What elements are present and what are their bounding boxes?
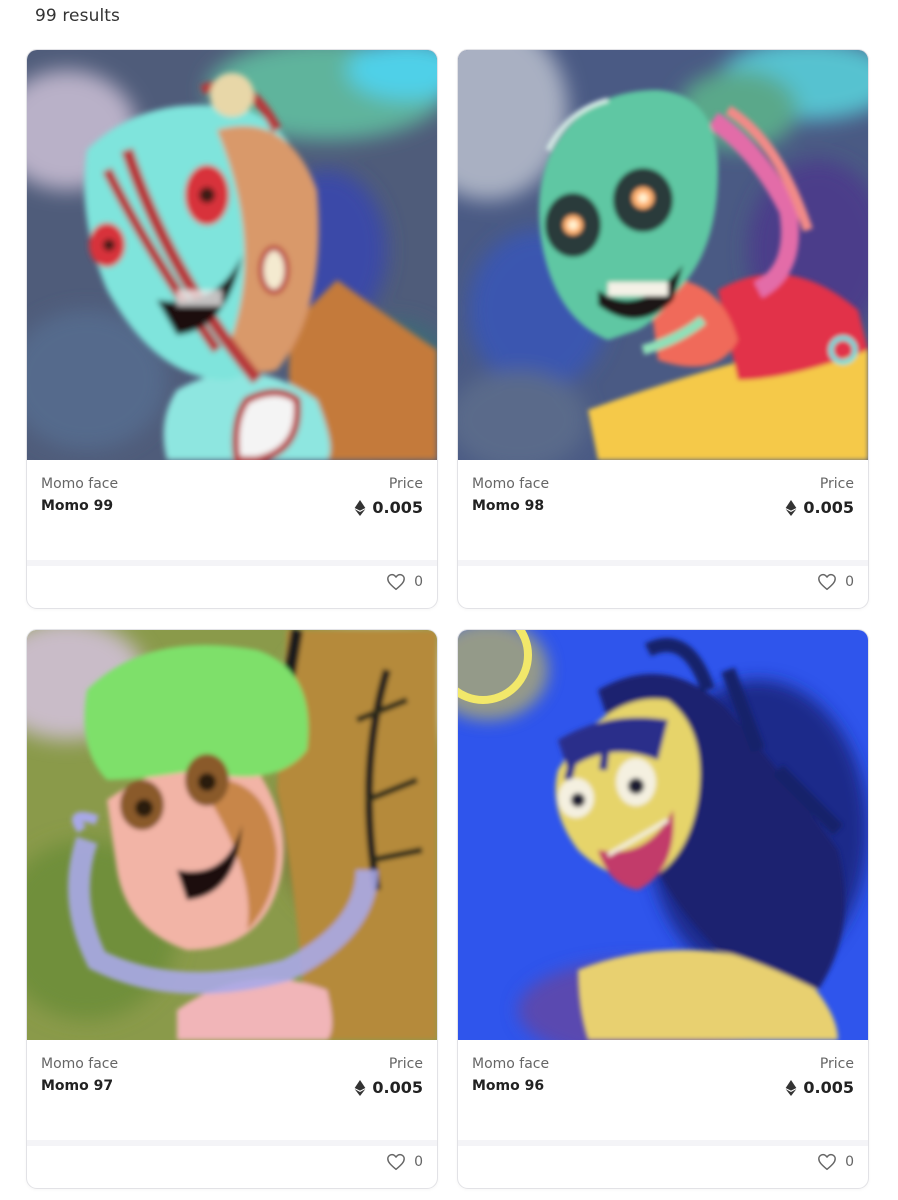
price-value: 0.005 [803, 1078, 854, 1097]
item-name[interactable]: Momo 99 [41, 498, 113, 514]
nft-card[interactable]: Momo face Momo 98 Price 0.005 0 [457, 49, 869, 609]
like-group[interactable]: 0 [817, 573, 854, 591]
like-group[interactable]: 0 [817, 1153, 854, 1171]
like-group[interactable]: 0 [386, 1153, 423, 1171]
item-name[interactable]: Momo 97 [41, 1078, 113, 1094]
ethereum-icon [786, 1079, 797, 1096]
price-value-group: 0.005 [354, 498, 423, 517]
price-value-group: 0.005 [785, 1078, 854, 1097]
like-count: 0 [845, 1154, 854, 1170]
nft-artwork-image[interactable] [27, 50, 437, 460]
price-label: Price [388, 1056, 423, 1072]
nft-artwork-image[interactable] [27, 630, 437, 1040]
results-count: 99 results [35, 6, 120, 26]
price-label: Price [819, 476, 854, 492]
nft-card[interactable]: Momo face Momo 99 Price 0.005 0 [26, 49, 438, 609]
item-name[interactable]: Momo 96 [472, 1078, 544, 1094]
like-count: 0 [414, 574, 423, 590]
item-name[interactable]: Momo 98 [472, 498, 544, 514]
nft-artwork-image[interactable] [458, 50, 868, 460]
price-label: Price [819, 1056, 854, 1072]
card-divider [27, 1140, 437, 1146]
collection-name: Momo face [41, 476, 119, 492]
ethereum-icon [355, 499, 366, 516]
card-divider [458, 1140, 868, 1146]
ethereum-icon [355, 1079, 366, 1096]
nft-card[interactable]: Momo face Momo 97 Price 0.005 0 [26, 629, 438, 1189]
card-divider [458, 560, 868, 566]
price-value: 0.005 [372, 1078, 423, 1097]
heart-icon[interactable] [386, 1153, 406, 1171]
price-label: Price [388, 476, 423, 492]
like-count: 0 [414, 1154, 423, 1170]
nft-card[interactable]: Momo face Momo 96 Price 0.005 0 [457, 629, 869, 1189]
ethereum-icon [786, 499, 797, 516]
heart-icon[interactable] [817, 573, 837, 591]
price-value-group: 0.005 [785, 498, 854, 517]
price-value: 0.005 [372, 498, 423, 517]
collection-name: Momo face [41, 1056, 119, 1072]
heart-icon[interactable] [817, 1153, 837, 1171]
collection-name: Momo face [472, 476, 550, 492]
price-value: 0.005 [803, 498, 854, 517]
price-value-group: 0.005 [354, 1078, 423, 1097]
like-group[interactable]: 0 [386, 573, 423, 591]
heart-icon[interactable] [386, 573, 406, 591]
collection-name: Momo face [472, 1056, 550, 1072]
card-divider [27, 560, 437, 566]
nft-artwork-image[interactable] [458, 630, 868, 1040]
like-count: 0 [845, 574, 854, 590]
